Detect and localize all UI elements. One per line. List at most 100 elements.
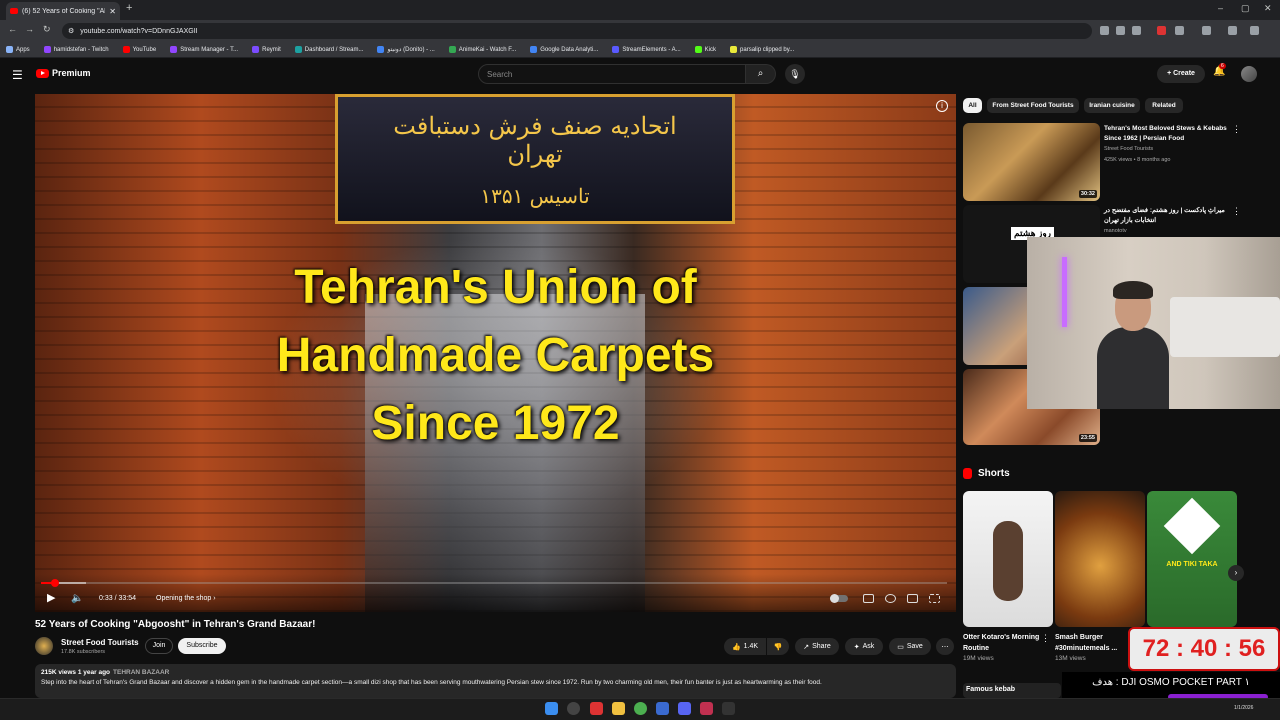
video-player[interactable]: اتحادیه صنف فرش دستبافت تهران تاسیس ۱۳۵۱… [35,94,956,612]
rec-channel[interactable]: manototv [1104,228,1127,234]
description-box[interactable]: 215K views 1 year ago TEHRAN BAZAAR Step … [35,664,956,698]
youtube-premium-logo[interactable]: Premium [36,68,91,78]
notifications-bell-icon[interactable]: 🔔 6 [1213,63,1226,77]
bookmark-item[interactable]: دونیتو (Donito) - ... [377,46,435,53]
short-thumbnail[interactable] [1055,491,1145,627]
bookmark-apps[interactable]: Apps [6,46,30,53]
youtube-logo-icon [36,68,49,78]
chip-from-channel[interactable]: From Street Food Tourists [987,98,1079,113]
browser-tab-bar [0,0,1280,20]
bookmark-star-icon[interactable] [1132,26,1141,35]
site-info-icon[interactable]: ⚙ [68,27,74,35]
close-tab-icon[interactable]: ✕ [109,7,116,16]
short-thumbnail[interactable] [963,491,1053,627]
bookmark-item[interactable]: Stream Manager - T... [170,46,238,53]
settings-gear-icon[interactable] [885,594,896,603]
bookmark-item[interactable]: Reymit [252,46,281,53]
back-icon[interactable]: ← [8,24,17,34]
chip-all[interactable]: All [963,98,982,113]
taskbar-search-icon[interactable] [567,702,580,715]
description-meta: 215K views 1 year ago TEHRAN BAZAAR [41,669,170,676]
extension-icon[interactable] [1157,26,1166,35]
overlay-line: Handmade Carpets [276,329,715,382]
bookmark-item[interactable]: StreamElements - A... [612,46,681,53]
short-title[interactable]: Smash Burger #30minutemeals ... [1055,632,1135,654]
progress-bar[interactable] [41,579,947,587]
dislike-button[interactable]: 👎 [767,638,789,655]
voice-search-icon[interactable]: 🎙 [785,64,805,84]
browser-tab[interactable]: (6) 52 Years of Cooking "Ab ✕ [6,2,120,20]
short-title[interactable]: Otter Kotaro's Morning Routine [963,632,1043,654]
info-icon[interactable]: i [936,100,948,112]
duration-badge: 30:32 [1078,190,1097,198]
taskbar-app-icon[interactable] [700,702,713,715]
autoplay-toggle[interactable] [830,594,848,603]
search-input[interactable]: Search [478,64,746,84]
chrome-icon[interactable] [634,702,647,715]
rec-more-icon[interactable]: ⋮ [1232,206,1241,217]
share-icon: ↗ [803,643,810,651]
bookmark-item[interactable]: hamidstefan - Twitch [43,46,109,53]
bookmark-item[interactable]: Dashboard / Stream... [294,46,363,53]
subtitles-icon[interactable] [863,594,874,603]
start-icon[interactable] [545,702,558,715]
bookmark-item[interactable]: AnimeKai - Watch F... [448,46,516,53]
taskbar-app-icon[interactable] [656,702,669,715]
profile-icon[interactable] [1228,26,1237,35]
bookmark-item[interactable]: Kick [694,46,716,53]
close-window-icon[interactable]: ✕ [1264,3,1272,14]
extensions-puzzle-icon[interactable] [1175,26,1184,35]
rec-more-icon[interactable]: ⋮ [1232,124,1241,135]
chevron-right-icon[interactable]: › [1228,565,1244,581]
play-icon[interactable]: ▶ [47,591,55,604]
taskbar-app-icon[interactable] [590,702,603,715]
minimize-icon[interactable]: – [1218,3,1223,13]
share-button[interactable]: ↗ Share [795,638,839,655]
menu-icon[interactable] [1250,26,1259,35]
obs-icon[interactable] [722,702,735,715]
chapter-button[interactable]: Opening the shop › [156,595,216,602]
chip-related[interactable]: Related [1145,98,1183,113]
discord-icon[interactable] [678,702,691,715]
search-button[interactable]: ⌕ [746,64,776,84]
webcam-overlay [1027,237,1280,409]
short-more-icon[interactable]: ⋮ [1041,633,1050,644]
subscribe-button[interactable]: Subscribe [178,638,226,654]
new-tab-icon[interactable]: + [126,2,132,14]
description-text: Step into the heart of Tehran's Grand Ba… [41,679,822,686]
account-avatar[interactable] [1241,66,1257,82]
create-button[interactable]: + Create [1157,65,1205,83]
bookmark-item[interactable]: YouTube [122,46,156,53]
omnibox[interactable]: ⚙ youtube.com/watch?v=DDnnGJAXGII [62,23,1092,39]
rec-title[interactable]: Tehran's Most Beloved Stews & Kebabs Sin… [1104,124,1234,144]
short-thumbnail[interactable]: AND TIKI TAKA [1147,491,1237,627]
subathon-timer: 72 : 40 : 56 [1128,627,1280,671]
sidepanel-icon[interactable] [1202,26,1211,35]
theater-mode-icon[interactable] [907,594,918,603]
chip-iranian-cuisine[interactable]: Iranian cuisine [1084,98,1140,113]
hamburger-menu-icon[interactable]: ☰ [12,68,23,82]
join-button[interactable]: Join [145,638,173,654]
rec-title[interactable]: میراثِ پادکست | روز هشتم: فضای مفتضح در … [1104,206,1234,226]
bookmark-item[interactable]: Google Data Analyti... [530,46,598,53]
channel-name[interactable]: Street Food Tourists [61,638,139,647]
bookmark-item[interactable]: parsalip clipped by... [730,46,794,53]
channel-avatar[interactable] [35,637,53,655]
fullscreen-icon[interactable] [929,594,940,603]
volume-icon[interactable]: 🔈 [71,593,83,604]
forward-icon[interactable]: → [25,24,34,34]
extension-icon[interactable] [1100,26,1109,35]
extension-icon[interactable] [1116,26,1125,35]
rec-thumbnail[interactable]: 30:32 [963,123,1100,201]
ask-button[interactable]: ✦ Ask [845,638,883,655]
file-explorer-icon[interactable] [612,702,625,715]
hashtag[interactable]: TEHRAN BAZAAR [113,669,169,676]
next-short-preview[interactable]: Famous kebab [963,683,1061,698]
reload-icon[interactable]: ↻ [43,24,51,35]
short-overlay-text: AND TIKI TAKA [1166,561,1218,568]
like-button[interactable]: 👍 1.4K [724,638,766,655]
rec-channel[interactable]: Street Food Tourists [1104,146,1153,152]
save-button[interactable]: ▭ Save [889,638,931,655]
more-actions-icon[interactable]: ⋯ [936,638,954,655]
maximize-icon[interactable]: ▢ [1241,3,1250,14]
